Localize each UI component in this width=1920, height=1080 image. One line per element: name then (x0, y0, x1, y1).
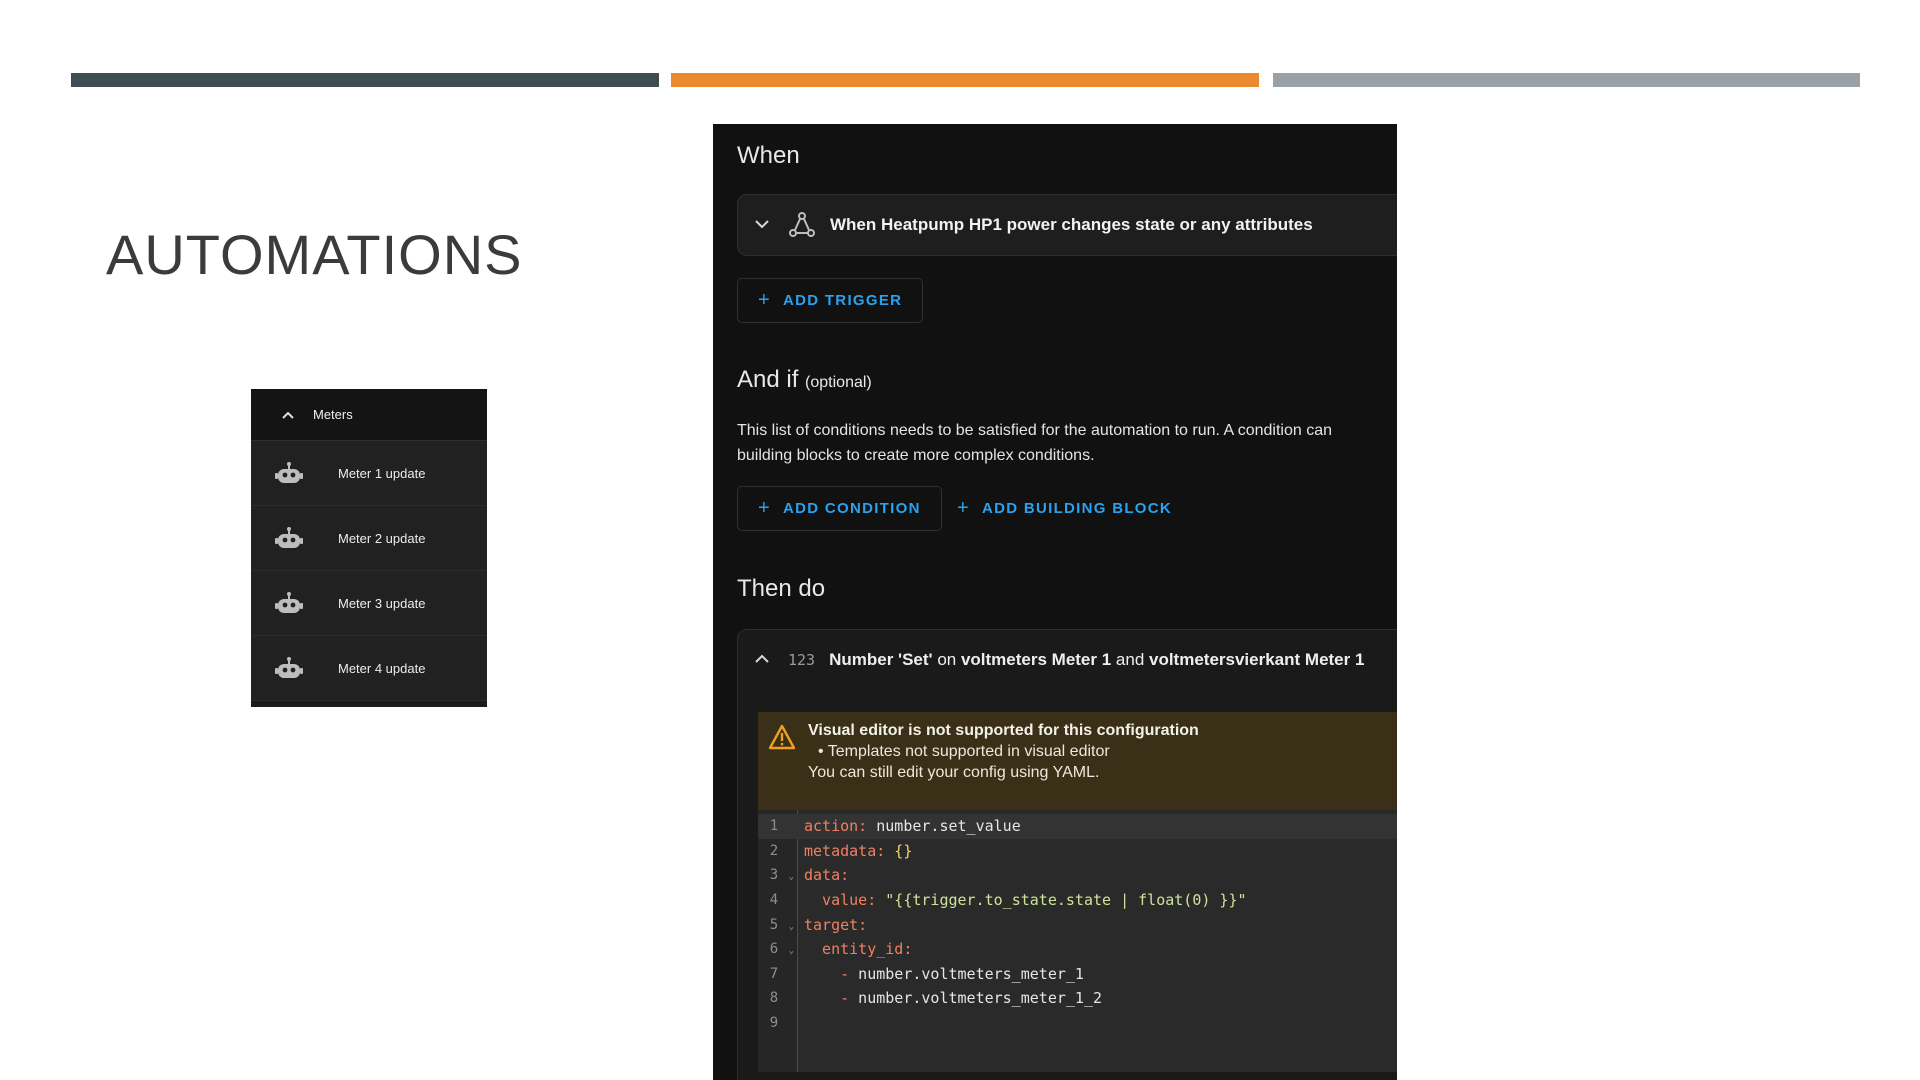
meter-item-label: Meter 2 update (338, 530, 426, 546)
add-condition-label: ADD CONDITION (782, 500, 921, 517)
code-line[interactable]: 5 ⌄ target: (758, 912, 1397, 937)
optional-label: (optional) (805, 374, 872, 391)
and-if-label: And if (737, 366, 799, 393)
chevron-up-icon (281, 407, 297, 423)
state-trigger-icon (789, 212, 815, 237)
plus-icon: + (758, 497, 771, 519)
yaml-value: number.voltmeters_meter_1 (849, 964, 1084, 983)
line-number: 6 (769, 941, 779, 958)
code-line[interactable]: 4 value: "{{trigger.to_state.state | flo… (758, 888, 1397, 913)
line-number: 3 (769, 867, 779, 884)
line-number: 1 (769, 818, 779, 835)
meter-item-2[interactable]: Meter 2 update (251, 506, 487, 571)
line-number: 4 (769, 892, 779, 909)
code-line[interactable]: 6 ⌄ entity_id: (758, 937, 1397, 962)
warning-title: Visual editor is not supported for this … (808, 722, 1199, 739)
action-description: Number 'Set' on voltmeters Meter 1 and v… (829, 650, 1364, 670)
line-number: 7 (769, 965, 779, 982)
yaml-value: "{{trigger.to_state.state | float(0) }}" (876, 891, 1247, 910)
line-number-with-fold: 5 ⌄ (758, 916, 794, 933)
code-line[interactable]: 9 (758, 1011, 1397, 1036)
trigger-card[interactable]: When Heatpump HP1 power changes state or… (737, 194, 1397, 256)
trigger-description: When Heatpump HP1 power changes state or… (830, 215, 1313, 234)
code-line[interactable]: 3 ⌄ data: (758, 863, 1397, 888)
line-number: 2 (769, 842, 779, 859)
add-building-block-button[interactable]: + ADD BUILDING BLOCK (939, 486, 1190, 531)
yaml-list-dash: - (804, 989, 850, 1008)
warning-bullet: • Templates not supported in visual edit… (818, 743, 1110, 760)
action-target-2: voltmetersvierkant Meter 1 (1149, 650, 1365, 669)
add-condition-button[interactable]: + ADD CONDITION (737, 486, 942, 531)
fold-chevron-icon[interactable]: ⌄ (789, 946, 794, 956)
add-building-block-label: ADD BUILDING BLOCK (981, 500, 1173, 517)
add-trigger-label: ADD TRIGGER (782, 292, 903, 309)
yaml-key: data: (804, 866, 850, 885)
automation-editor: When When Heatpump HP1 power changes sta… (713, 124, 1397, 1080)
line-number: 8 (769, 990, 779, 1007)
meter-item-1[interactable]: Meter 1 update (251, 441, 487, 506)
slide-title: AUTOMATIONS (106, 223, 523, 286)
plus-icon: + (957, 497, 970, 519)
meter-item-label: Meter 1 update (338, 465, 426, 481)
line-number-with-fold: 3 ⌄ (758, 867, 794, 884)
code-line[interactable]: 2 metadata: {} (758, 839, 1397, 864)
robot-icon (275, 592, 303, 613)
yaml-value: {} (885, 841, 913, 860)
meter-item-4[interactable]: Meter 4 update (251, 636, 487, 701)
chevron-down-icon[interactable] (754, 216, 774, 234)
line-number-with-fold: 6 ⌄ (758, 941, 794, 958)
code-line[interactable]: 8 - number.voltmeters_meter_1_2 (758, 986, 1397, 1011)
action-service: Number 'Set' (829, 650, 933, 669)
meters-group-header[interactable]: Meters (251, 389, 487, 441)
yaml-key: entity_id: (804, 940, 913, 959)
fold-chevron-icon[interactable]: ⌄ (789, 922, 794, 932)
yaml-list-dash: - (804, 964, 850, 983)
yaml-code-editor[interactable]: 1 action: number.set_value 2 metadata: {… (758, 810, 1397, 1072)
robot-icon (275, 462, 303, 483)
yaml-value: number.set_value (867, 817, 1021, 836)
yaml-key: value: (804, 891, 877, 910)
line-number: 5 (769, 916, 779, 933)
chevron-up-icon[interactable] (754, 651, 774, 669)
plus-icon: + (758, 289, 771, 311)
header-bar-gray (1273, 73, 1860, 87)
when-title: When (737, 142, 800, 169)
warning-note: You can still edit your config using YAM… (808, 764, 1100, 781)
robot-icon (275, 527, 303, 548)
warning-alert: Visual editor is not supported for this … (758, 712, 1397, 810)
and-if-title: And if (optional) (737, 366, 872, 394)
action-card: 123 Number 'Set' on voltmeters Meter 1 a… (737, 629, 1397, 1080)
fold-chevron-icon[interactable]: ⌄ (789, 872, 794, 882)
yaml-key: metadata: (804, 841, 886, 860)
meter-item-label: Meter 4 update (338, 660, 426, 676)
code-line[interactable]: 1 action: number.set_value (758, 814, 1397, 839)
warning-bullet-text: Templates not supported in visual editor (827, 743, 1110, 760)
meters-group-label: Meters (313, 407, 353, 422)
condition-description-line-2: building blocks to create more complex c… (737, 447, 1095, 464)
header-bar-dark (71, 73, 659, 87)
robot-icon (275, 657, 303, 678)
meter-item-label: Meter 3 update (338, 595, 426, 611)
condition-description: This list of conditions needs to be sati… (737, 418, 1397, 468)
action-header[interactable]: 123 Number 'Set' on voltmeters Meter 1 a… (738, 630, 1397, 690)
action-target-1: voltmeters Meter 1 (960, 650, 1112, 669)
meters-panel: Meters Meter 1 update Meter 2 update Met… (251, 389, 487, 707)
meter-item-3[interactable]: Meter 3 update (251, 571, 487, 636)
warning-icon (768, 724, 796, 750)
line-number: 9 (769, 1015, 779, 1032)
yaml-key: action: (804, 817, 868, 836)
condition-description-line-1: This list of conditions needs to be sati… (737, 422, 1333, 439)
yaml-key: target: (804, 915, 868, 934)
add-trigger-button[interactable]: + ADD TRIGGER (737, 278, 924, 323)
action-connector: and (1111, 650, 1149, 669)
header-bar-orange (671, 73, 1259, 87)
number-icon: 123 (788, 651, 816, 669)
action-connector: on (932, 650, 961, 669)
yaml-value: number.voltmeters_meter_1_2 (849, 989, 1103, 1008)
then-do-title: Then do (737, 575, 826, 602)
code-line[interactable]: 7 - number.voltmeters_meter_1 (758, 962, 1397, 987)
